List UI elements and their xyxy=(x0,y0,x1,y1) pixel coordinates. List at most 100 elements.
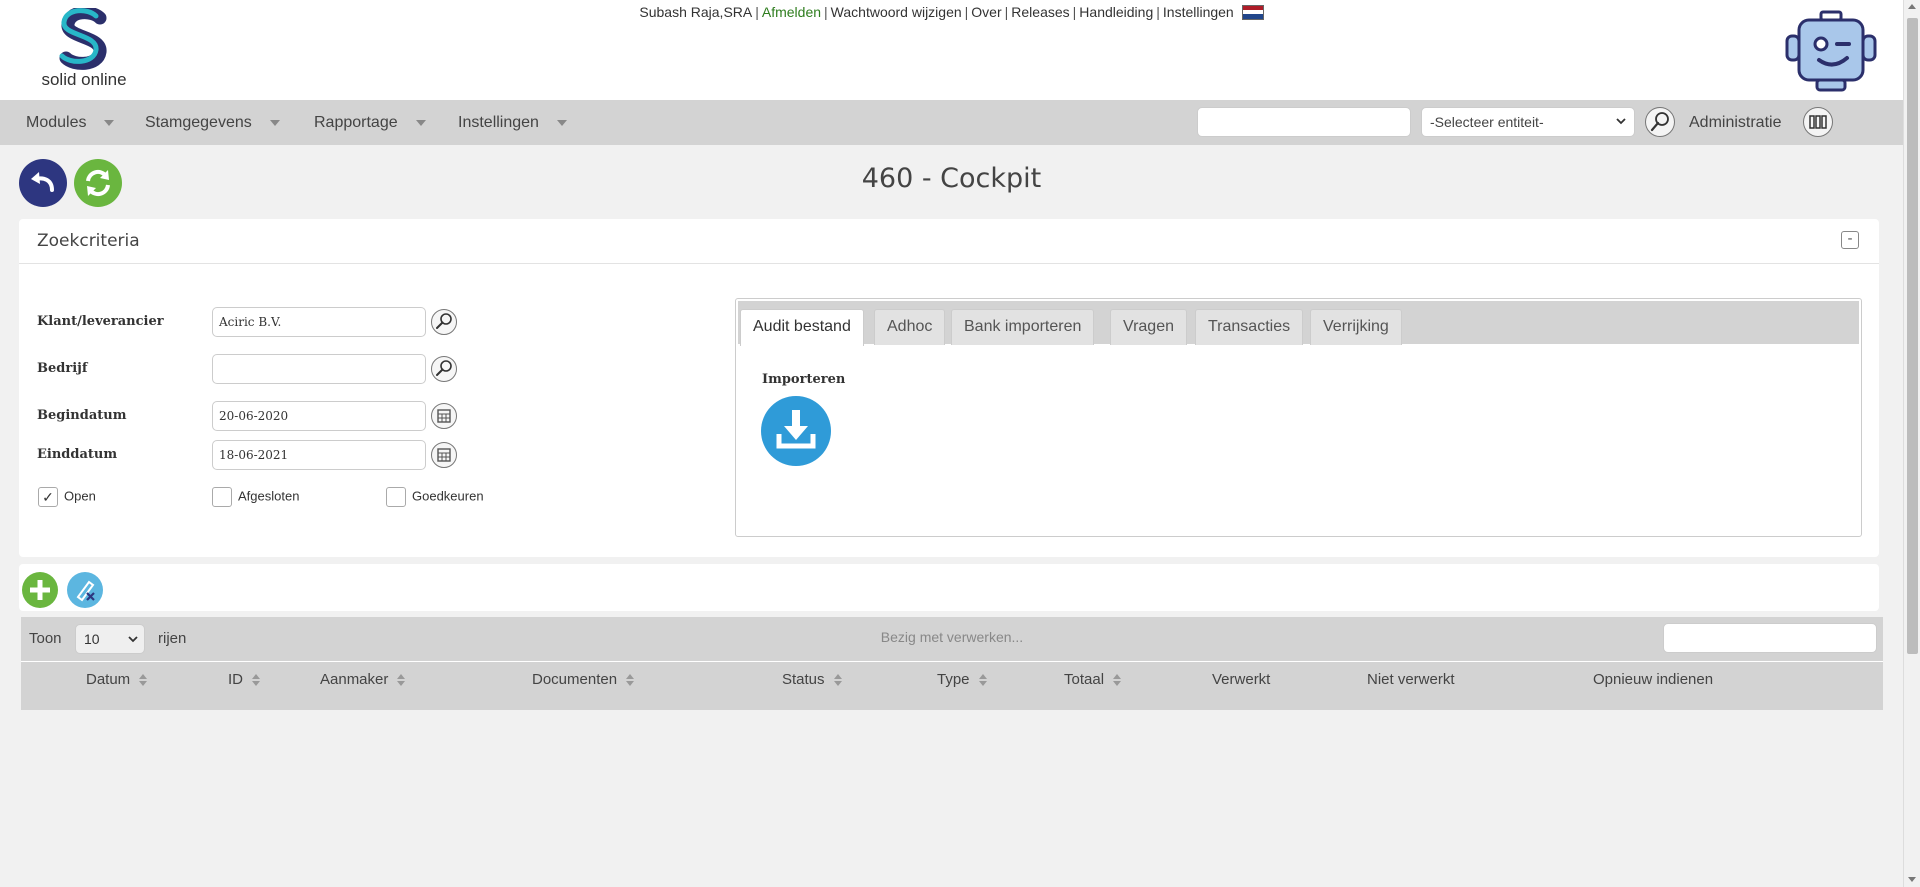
column-header-verwerkt: Verwerkt xyxy=(1212,671,1271,688)
menu-modules[interactable]: Modules xyxy=(26,100,115,145)
end-date-input[interactable]: 18-06-2021 xyxy=(212,440,426,470)
entity-select-value: -Selecteer entiteit- xyxy=(1430,114,1544,130)
scrollbar-thumb[interactable] xyxy=(1907,18,1918,654)
scroll-down-arrow-icon[interactable] xyxy=(1908,877,1916,882)
clear-filter-button[interactable] xyxy=(67,572,103,608)
import-button[interactable] xyxy=(761,396,831,466)
company-input[interactable] xyxy=(212,354,426,384)
caret-down-icon xyxy=(415,119,426,126)
checkbox-box[interactable] xyxy=(212,487,232,507)
main-menubar: Modules Stamgegevens Rapportage Instelli… xyxy=(0,100,1903,145)
open-checkbox[interactable]: ✓ Open xyxy=(38,487,96,507)
column-label: Aanmaker xyxy=(320,671,389,688)
menu-instellingen[interactable]: Instellingen xyxy=(458,100,567,145)
tabs-container: Audit bestand Adhoc Bank importeren Vrag… xyxy=(735,298,1862,537)
logout-link[interactable]: Afmelden xyxy=(762,4,821,20)
add-button[interactable] xyxy=(22,572,58,608)
search-criteria-panel: Zoekcriteria - Klant/leverancier Aciric … xyxy=(19,219,1879,557)
scroll-up-arrow-icon[interactable] xyxy=(1908,4,1916,9)
sort-icon xyxy=(626,674,635,687)
start-date-input[interactable]: 20-06-2020 xyxy=(212,401,426,431)
separator: | xyxy=(1004,4,1009,21)
column-label: Totaal xyxy=(1064,671,1105,688)
dutch-flag-icon[interactable] xyxy=(1241,4,1264,20)
caret-down-icon xyxy=(269,119,280,126)
end-date-label: Einddatum xyxy=(37,447,118,462)
tab-adhoc[interactable]: Adhoc xyxy=(874,309,946,345)
about-link[interactable]: Over xyxy=(971,4,1001,20)
menu-rapportage[interactable]: Rapportage xyxy=(314,100,426,145)
settings-link[interactable]: Instellingen xyxy=(1163,4,1234,20)
column-header-aanmaker[interactable]: Aanmaker xyxy=(320,671,406,688)
sort-icon xyxy=(1113,674,1122,687)
end-date-calendar-button[interactable] xyxy=(431,442,457,468)
table-toolbar xyxy=(19,564,1879,611)
results-table: Toon 10 rijen Bezig met verwerken... Dat… xyxy=(21,617,1883,710)
separator: | xyxy=(1156,4,1160,21)
checkbox-box[interactable]: ✓ xyxy=(38,487,58,507)
column-header-datum[interactable]: Datum xyxy=(86,671,148,688)
calendar-icon xyxy=(437,448,451,462)
column-header-documenten[interactable]: Documenten xyxy=(532,671,635,688)
tab-bar: Audit bestand Adhoc Bank importeren Vrag… xyxy=(738,301,1859,346)
caret-down-icon xyxy=(104,119,115,126)
logo-text: solid online xyxy=(41,70,127,89)
entity-select[interactable]: -Selecteer entiteit- xyxy=(1421,107,1635,137)
table-controls: Toon 10 rijen Bezig met verwerken... xyxy=(21,617,1883,659)
company-lookup-button[interactable] xyxy=(431,356,457,382)
magnifier-icon xyxy=(436,313,452,329)
closed-checkbox[interactable]: Afgesloten xyxy=(212,487,299,507)
column-header-type[interactable]: Type xyxy=(937,671,987,688)
approve-checkbox[interactable]: Goedkeuren xyxy=(386,487,484,507)
table-search-input[interactable] xyxy=(1663,623,1877,653)
administration-button[interactable] xyxy=(1803,107,1833,137)
panel-title: Zoekcriteria xyxy=(37,231,140,251)
manual-link[interactable]: Handleiding xyxy=(1079,4,1153,20)
tab-transacties[interactable]: Transacties xyxy=(1195,309,1304,345)
sort-icon xyxy=(252,674,260,687)
separator: | xyxy=(964,4,969,21)
entity-search-button[interactable] xyxy=(1645,107,1675,137)
start-date-calendar-button[interactable] xyxy=(431,403,457,429)
chevron-down-icon xyxy=(1616,118,1626,125)
tab-audit-bestand[interactable]: Audit bestand xyxy=(740,309,864,346)
column-label: Status xyxy=(782,671,825,688)
processing-indicator: Bezig met verwerken... xyxy=(880,629,1024,645)
sort-icon xyxy=(397,674,406,687)
collapse-button[interactable]: - xyxy=(1841,231,1859,249)
table-header: Datum ID Aanmaker Documenten Status Type… xyxy=(21,661,1883,697)
robot-assistant-icon[interactable] xyxy=(1783,10,1879,94)
checkbox-box[interactable] xyxy=(386,487,406,507)
import-label: Importeren xyxy=(762,372,846,387)
customer-lookup-button[interactable] xyxy=(431,309,457,335)
separator: | xyxy=(1072,4,1077,21)
releases-link[interactable]: Releases xyxy=(1011,4,1069,20)
column-header-id[interactable]: ID xyxy=(228,671,260,688)
column-header-status[interactable]: Status xyxy=(782,671,842,688)
caret-down-icon xyxy=(556,119,567,126)
column-label: Documenten xyxy=(532,671,618,688)
app-header: solid online Subash Raja,SRA | Afmelden | Wa… xyxy=(0,0,1903,100)
menu-label: Stamgegevens xyxy=(145,114,252,131)
calendar-icon xyxy=(437,409,451,423)
top-links: Subash Raja,SRA | Afmelden | Wachtwoord wijz… xyxy=(0,3,1903,20)
tab-bank-importeren[interactable]: Bank importeren xyxy=(951,309,1095,345)
plus-icon xyxy=(30,580,50,600)
download-icon xyxy=(776,410,816,449)
page-scrollbar[interactable] xyxy=(1903,0,1920,887)
solid-online-logo[interactable]: solid online xyxy=(34,8,134,90)
customer-input[interactable]: Aciric B.V. xyxy=(212,307,426,337)
binders-icon xyxy=(1809,115,1827,129)
global-search-input[interactable] xyxy=(1197,107,1411,137)
column-header-totaal[interactable]: Totaal xyxy=(1064,671,1122,688)
page-title: 460 - Cockpit xyxy=(861,163,1042,194)
column-header-niet-verwerkt: Niet verwerkt xyxy=(1367,671,1455,688)
column-header-opnieuw-indienen: Opnieuw indienen xyxy=(1593,671,1714,688)
customer-label: Klant/leverancier xyxy=(37,314,164,329)
tab-vragen[interactable]: Vragen xyxy=(1110,309,1187,345)
menu-stamgegevens[interactable]: Stamgegevens xyxy=(145,100,280,145)
sort-icon xyxy=(978,674,987,687)
change-password-link[interactable]: Wachtwoord wijzigen xyxy=(831,4,962,20)
tab-verrijking[interactable]: Verrijking xyxy=(1310,309,1402,345)
menu-label: Rapportage xyxy=(314,114,398,131)
